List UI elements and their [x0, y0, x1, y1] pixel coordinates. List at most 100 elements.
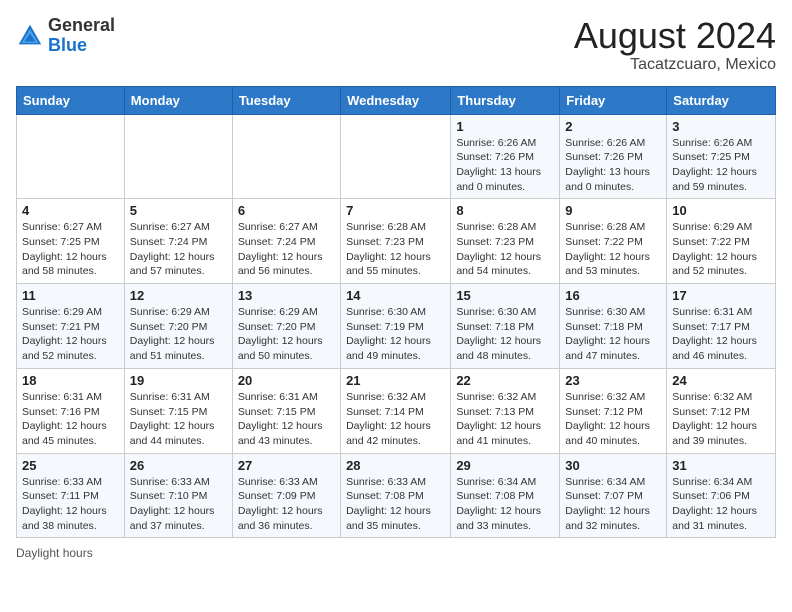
day-info: Sunrise: 6:30 AMSunset: 7:19 PMDaylight:…: [346, 305, 445, 364]
day-number: 31: [672, 458, 770, 473]
calendar-cell: 28 Sunrise: 6:33 AMSunset: 7:08 PMDayligh…: [341, 453, 451, 538]
calendar-cell: [341, 114, 451, 199]
day-info: Sunrise: 6:28 AMSunset: 7:23 PMDaylight:…: [346, 220, 445, 279]
day-number: 28: [346, 458, 445, 473]
day-number: 13: [238, 288, 335, 303]
day-info: Sunrise: 6:27 AMSunset: 7:25 PMDaylight:…: [22, 220, 119, 279]
day-number: 6: [238, 203, 335, 218]
day-info: Sunrise: 6:30 AMSunset: 7:18 PMDaylight:…: [456, 305, 554, 364]
day-info: Sunrise: 6:27 AMSunset: 7:24 PMDaylight:…: [130, 220, 227, 279]
calendar-cell: 17 Sunrise: 6:31 AMSunset: 7:17 PMDayligh…: [667, 284, 776, 369]
calendar-cell: [232, 114, 340, 199]
day-number: 21: [346, 373, 445, 388]
day-number: 29: [456, 458, 554, 473]
calendar-cell: 7 Sunrise: 6:28 AMSunset: 7:23 PMDaylight…: [341, 199, 451, 284]
day-info: Sunrise: 6:29 AMSunset: 7:20 PMDaylight:…: [130, 305, 227, 364]
calendar-cell: 1 Sunrise: 6:26 AMSunset: 7:26 PMDaylight…: [451, 114, 560, 199]
calendar-cell: 12Sunrise: 6:29 AMSunset: 7:20 PMDayligh…: [124, 284, 232, 369]
day-number: 19: [130, 373, 227, 388]
week-row-1: 4 Sunrise: 6:27 AMSunset: 7:25 PMDaylight…: [17, 199, 776, 284]
calendar-cell: 16Sunrise: 6:30 AMSunset: 7:18 PMDayligh…: [560, 284, 667, 369]
day-info: Sunrise: 6:33 AMSunset: 7:09 PMDaylight:…: [238, 475, 335, 534]
day-number: 2: [565, 119, 661, 134]
day-info: Sunrise: 6:29 AMSunset: 7:22 PMDaylight:…: [672, 220, 770, 279]
page-header: General Blue August 2024 Tacatzcuaro, Me…: [16, 16, 776, 74]
day-number: 23: [565, 373, 661, 388]
calendar-cell: 26 Sunrise: 6:33 AMSunset: 7:10 PMDayligh…: [124, 453, 232, 538]
calendar-cell: 27 Sunrise: 6:33 AMSunset: 7:09 PMDayligh…: [232, 453, 340, 538]
day-number: 15: [456, 288, 554, 303]
day-info: Sunrise: 6:33 AMSunset: 7:11 PMDaylight:…: [22, 475, 119, 534]
calendar-cell: 2 Sunrise: 6:26 AMSunset: 7:26 PMDaylight…: [560, 114, 667, 199]
day-number: 1: [456, 119, 554, 134]
calendar-cell: [17, 114, 125, 199]
logo-icon: [16, 22, 44, 50]
week-row-2: 11Sunrise: 6:29 AMSunset: 7:21 PMDayligh…: [17, 284, 776, 369]
week-row-4: 25 Sunrise: 6:33 AMSunset: 7:11 PMDayligh…: [17, 453, 776, 538]
day-number: 11: [22, 288, 119, 303]
day-number: 7: [346, 203, 445, 218]
calendar-cell: 22Sunrise: 6:32 AMSunset: 7:13 PMDayligh…: [451, 368, 560, 453]
week-row-3: 18 Sunrise: 6:31 AMSunset: 7:16 PMDayligh…: [17, 368, 776, 453]
day-info: Sunrise: 6:33 AMSunset: 7:08 PMDaylight:…: [346, 475, 445, 534]
logo-blue: Blue: [48, 35, 87, 55]
header-day-thursday: Thursday: [451, 86, 560, 114]
calendar-cell: 4 Sunrise: 6:27 AMSunset: 7:25 PMDaylight…: [17, 199, 125, 284]
day-number: 14: [346, 288, 445, 303]
calendar-cell: 25 Sunrise: 6:33 AMSunset: 7:11 PMDayligh…: [17, 453, 125, 538]
calendar-body: 1 Sunrise: 6:26 AMSunset: 7:26 PMDaylight…: [17, 114, 776, 538]
day-number: 18: [22, 373, 119, 388]
day-info: Sunrise: 6:32 AMSunset: 7:13 PMDaylight:…: [456, 390, 554, 449]
day-number: 20: [238, 373, 335, 388]
day-number: 25: [22, 458, 119, 473]
day-number: 10: [672, 203, 770, 218]
header-day-monday: Monday: [124, 86, 232, 114]
calendar-header: SundayMondayTuesdayWednesdayThursdayFrid…: [17, 86, 776, 114]
calendar-cell: 30 Sunrise: 6:34 AMSunset: 7:07 PMDayligh…: [560, 453, 667, 538]
day-info: Sunrise: 6:31 AMSunset: 7:15 PMDaylight:…: [130, 390, 227, 449]
calendar-cell: 29Sunrise: 6:34 AMSunset: 7:08 PMDayligh…: [451, 453, 560, 538]
day-info: Sunrise: 6:32 AMSunset: 7:12 PMDaylight:…: [565, 390, 661, 449]
day-info: Sunrise: 6:28 AMSunset: 7:23 PMDaylight:…: [456, 220, 554, 279]
day-number: 27: [238, 458, 335, 473]
calendar-cell: 18 Sunrise: 6:31 AMSunset: 7:16 PMDayligh…: [17, 368, 125, 453]
day-number: 4: [22, 203, 119, 218]
day-info: Sunrise: 6:31 AMSunset: 7:16 PMDaylight:…: [22, 390, 119, 449]
day-info: Sunrise: 6:31 AMSunset: 7:17 PMDaylight:…: [672, 305, 770, 364]
calendar-cell: 31Sunrise: 6:34 AMSunset: 7:06 PMDayligh…: [667, 453, 776, 538]
logo-text: General Blue: [48, 16, 115, 56]
title-block: August 2024 Tacatzcuaro, Mexico: [574, 16, 776, 74]
week-row-0: 1 Sunrise: 6:26 AMSunset: 7:26 PMDaylight…: [17, 114, 776, 199]
day-number: 30: [565, 458, 661, 473]
day-info: Sunrise: 6:32 AMSunset: 7:12 PMDaylight:…: [672, 390, 770, 449]
footer-text: Daylight hours: [16, 546, 93, 560]
day-info: Sunrise: 6:27 AMSunset: 7:24 PMDaylight:…: [238, 220, 335, 279]
location-title: Tacatzcuaro, Mexico: [574, 56, 776, 74]
day-number: 5: [130, 203, 227, 218]
day-info: Sunrise: 6:26 AMSunset: 7:25 PMDaylight:…: [672, 136, 770, 195]
calendar-cell: 23 Sunrise: 6:32 AMSunset: 7:12 PMDayligh…: [560, 368, 667, 453]
calendar-cell: 15 Sunrise: 6:30 AMSunset: 7:18 PMDayligh…: [451, 284, 560, 369]
day-info: Sunrise: 6:31 AMSunset: 7:15 PMDaylight:…: [238, 390, 335, 449]
header-day-tuesday: Tuesday: [232, 86, 340, 114]
calendar-cell: [124, 114, 232, 199]
header-day-saturday: Saturday: [667, 86, 776, 114]
calendar-cell: 21 Sunrise: 6:32 AMSunset: 7:14 PMDayligh…: [341, 368, 451, 453]
calendar-cell: 9Sunrise: 6:28 AMSunset: 7:22 PMDaylight…: [560, 199, 667, 284]
header-day-friday: Friday: [560, 86, 667, 114]
calendar-cell: 19 Sunrise: 6:31 AMSunset: 7:15 PMDayligh…: [124, 368, 232, 453]
day-info: Sunrise: 6:33 AMSunset: 7:10 PMDaylight:…: [130, 475, 227, 534]
calendar-cell: 14 Sunrise: 6:30 AMSunset: 7:19 PMDayligh…: [341, 284, 451, 369]
calendar-cell: 5 Sunrise: 6:27 AMSunset: 7:24 PMDaylight…: [124, 199, 232, 284]
day-info: Sunrise: 6:32 AMSunset: 7:14 PMDaylight:…: [346, 390, 445, 449]
logo-general: General: [48, 15, 115, 35]
header-day-wednesday: Wednesday: [341, 86, 451, 114]
calendar-cell: 10 Sunrise: 6:29 AMSunset: 7:22 PMDayligh…: [667, 199, 776, 284]
day-info: Sunrise: 6:34 AMSunset: 7:07 PMDaylight:…: [565, 475, 661, 534]
day-info: Sunrise: 6:26 AMSunset: 7:26 PMDaylight:…: [456, 136, 554, 195]
day-info: Sunrise: 6:26 AMSunset: 7:26 PMDaylight:…: [565, 136, 661, 195]
month-year-title: August 2024: [574, 16, 776, 56]
day-number: 8: [456, 203, 554, 218]
day-number: 17: [672, 288, 770, 303]
day-number: 26: [130, 458, 227, 473]
